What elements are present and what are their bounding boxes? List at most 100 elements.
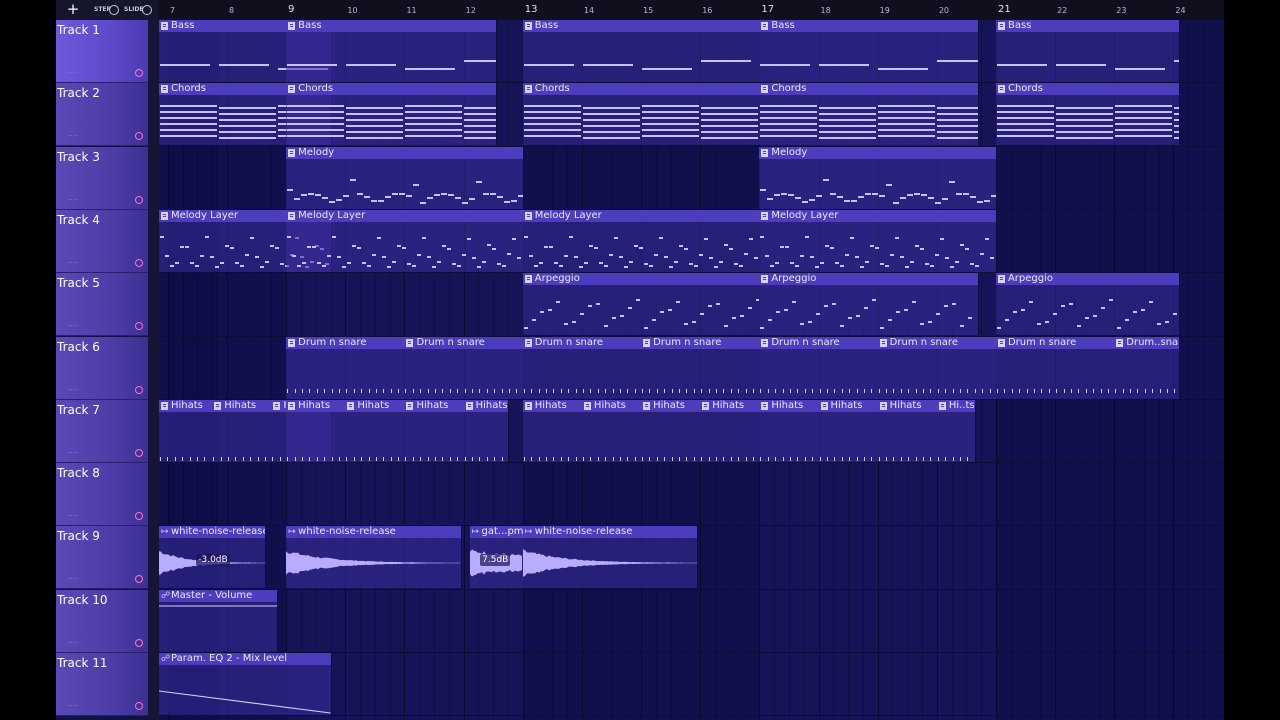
pattern-clip[interactable]: Drum n snare <box>877 336 997 399</box>
track-header[interactable]: Track 10 <box>56 589 148 653</box>
track-header[interactable]: Track 6 <box>56 336 148 400</box>
clip-header[interactable]: Hihats <box>404 399 464 412</box>
clip-header[interactable]: Chords <box>759 83 979 96</box>
clip-header[interactable]: Hihats <box>759 399 819 412</box>
pattern-clip[interactable]: ↦ white-noise-release -3.0dB <box>159 526 267 589</box>
pattern-clip[interactable]: Hihats <box>522 399 583 462</box>
pattern-clip[interactable]: Hihats <box>759 399 820 462</box>
pattern-clip[interactable]: Drum n snare <box>404 336 524 399</box>
clip-header[interactable]: Melody Layer <box>759 209 996 222</box>
track-record-icon[interactable] <box>135 132 143 141</box>
track-grip-handle[interactable] <box>68 72 78 75</box>
clip-header[interactable]: Drum n snare <box>995 336 1115 349</box>
pattern-clip[interactable]: Melody <box>759 146 997 209</box>
pattern-clip[interactable]: Hihats <box>404 399 465 462</box>
track-grip-handle[interactable] <box>68 451 78 455</box>
track-grip-handle[interactable] <box>68 325 78 328</box>
track-grip-handle[interactable] <box>68 261 78 265</box>
track-header[interactable]: Track 2 <box>56 83 148 147</box>
clip-header[interactable]: Hihats <box>212 399 272 412</box>
clip-header[interactable]: Hihats <box>877 399 937 412</box>
pattern-clip[interactable]: ↦ white-noise-release <box>522 526 699 589</box>
track-record-icon[interactable] <box>135 512 143 521</box>
track-header[interactable]: Track 1 <box>56 20 148 83</box>
track-record-icon[interactable] <box>135 69 143 77</box>
pattern-clip[interactable]: Chords <box>286 83 498 146</box>
track-header[interactable]: Track 3 <box>56 146 148 210</box>
track-record-icon[interactable] <box>135 258 143 267</box>
pattern-clip[interactable]: Chords <box>522 83 761 146</box>
clip-header[interactable]: Bass <box>759 20 979 32</box>
pattern-clip[interactable]: Hihats <box>212 399 273 462</box>
pattern-clip[interactable]: Melody Layer <box>522 209 761 272</box>
add-track-button[interactable]: + <box>62 2 84 17</box>
clip-header[interactable]: Drum..snare <box>1114 336 1180 349</box>
pattern-clip[interactable]: Drum n snare <box>995 336 1116 399</box>
clip-header[interactable]: Drum n snare <box>641 336 760 349</box>
track-record-icon[interactable] <box>135 575 143 584</box>
pattern-clip[interactable]: ↦ gat...pm 7.5dB <box>469 526 524 589</box>
track-grip-handle[interactable] <box>68 135 78 138</box>
clip-header[interactable]: Melody Layer <box>522 209 760 222</box>
track-header[interactable]: Track 9 <box>56 526 148 590</box>
track-header[interactable]: Track 7 <box>56 399 148 463</box>
pattern-clip[interactable]: Hihats <box>641 399 702 462</box>
pattern-clip[interactable]: Arpeggio <box>995 273 1181 336</box>
track-record-icon[interactable] <box>135 385 143 394</box>
pattern-clip[interactable]: Melody Layer <box>286 209 524 272</box>
pattern-clip[interactable]: ☍ Master - Volume <box>159 589 279 652</box>
pattern-clip[interactable]: Chords <box>759 83 980 146</box>
clip-header[interactable]: ☍ Param. EQ 2 - Mix level <box>159 653 331 665</box>
clip-header[interactable]: Arpeggio <box>522 273 760 286</box>
pattern-clip[interactable]: Hihats <box>700 399 761 462</box>
track-header[interactable]: Track 5 <box>56 273 148 337</box>
track-record-icon[interactable] <box>135 322 143 331</box>
timeline-ruler[interactable]: 7 8 9 10 11 12 13 14 15 16 17 18 19 20 21 22 23 24 <box>159 0 1224 20</box>
pattern-clip[interactable]: Bass <box>759 20 980 82</box>
clip-header[interactable]: Melody <box>286 146 523 159</box>
clip-header[interactable]: Chords <box>286 83 497 96</box>
clip-header[interactable]: Melody Layer <box>286 209 523 222</box>
clip-header[interactable]: Hihats <box>345 399 405 412</box>
pattern-clip[interactable]: Drum n snare <box>759 336 879 399</box>
pattern-clip[interactable]: Hihats <box>463 399 509 462</box>
clip-header[interactable]: Hihats <box>818 399 878 412</box>
clip-header[interactable]: Drum n snare <box>286 336 405 349</box>
pattern-clip[interactable]: Drum n snare <box>522 336 643 399</box>
clip-header[interactable]: Bass <box>522 20 760 32</box>
clip-header[interactable]: Hihats <box>641 399 701 412</box>
pattern-clip[interactable]: Hihats <box>345 399 406 462</box>
clip-header[interactable]: Hi..ts <box>936 399 976 412</box>
track-record-icon[interactable] <box>135 638 143 647</box>
clip-header[interactable]: Drum n snare <box>877 336 996 349</box>
clip-header[interactable]: ↦ white-noise-release <box>522 526 698 539</box>
step-toggle[interactable] <box>109 5 119 15</box>
pattern-clip[interactable]: ☍ Param. EQ 2 - Mix level <box>159 653 332 715</box>
clip-header[interactable]: Melody <box>759 146 996 159</box>
track-record-icon[interactable] <box>135 448 143 457</box>
playlist-grid[interactable]: Bass Bass Bass Bass Bass Chords Chords Chords Ch… <box>159 20 1224 720</box>
clip-header[interactable]: Hihats <box>581 399 642 412</box>
track-header[interactable]: Track 4 <box>56 209 148 273</box>
pattern-clip[interactable]: Arpeggio <box>759 273 980 336</box>
clip-header[interactable]: Hihats <box>159 399 213 412</box>
clip-header[interactable]: Hihats <box>463 399 508 412</box>
track-grip-handle[interactable] <box>68 198 78 202</box>
clip-header[interactable]: ↦ gat...pm <box>469 526 523 539</box>
clip-header[interactable]: Chords <box>995 83 1180 96</box>
track-grip-handle[interactable] <box>68 578 78 581</box>
pattern-clip[interactable]: Melody Layer <box>759 209 997 272</box>
pattern-clip[interactable]: Drum n snare <box>286 336 406 399</box>
pattern-clip[interactable]: Hihats <box>818 399 879 462</box>
clip-header[interactable]: Hihats <box>522 399 582 412</box>
slide-toggle[interactable] <box>142 5 152 15</box>
track-header[interactable]: Track 11 <box>56 653 148 716</box>
pattern-clip[interactable]: Drum..snare <box>1114 336 1181 399</box>
pattern-clip[interactable]: Hi..ts <box>936 399 977 462</box>
pattern-clip[interactable]: Bass <box>995 20 1181 82</box>
clip-header[interactable]: Hihats <box>700 399 760 412</box>
pattern-clip[interactable]: Hihats <box>581 399 643 462</box>
track-grip-handle[interactable] <box>68 641 78 645</box>
pattern-clip[interactable]: Drum n snare <box>641 336 761 399</box>
pattern-clip[interactable]: Bass <box>522 20 761 82</box>
